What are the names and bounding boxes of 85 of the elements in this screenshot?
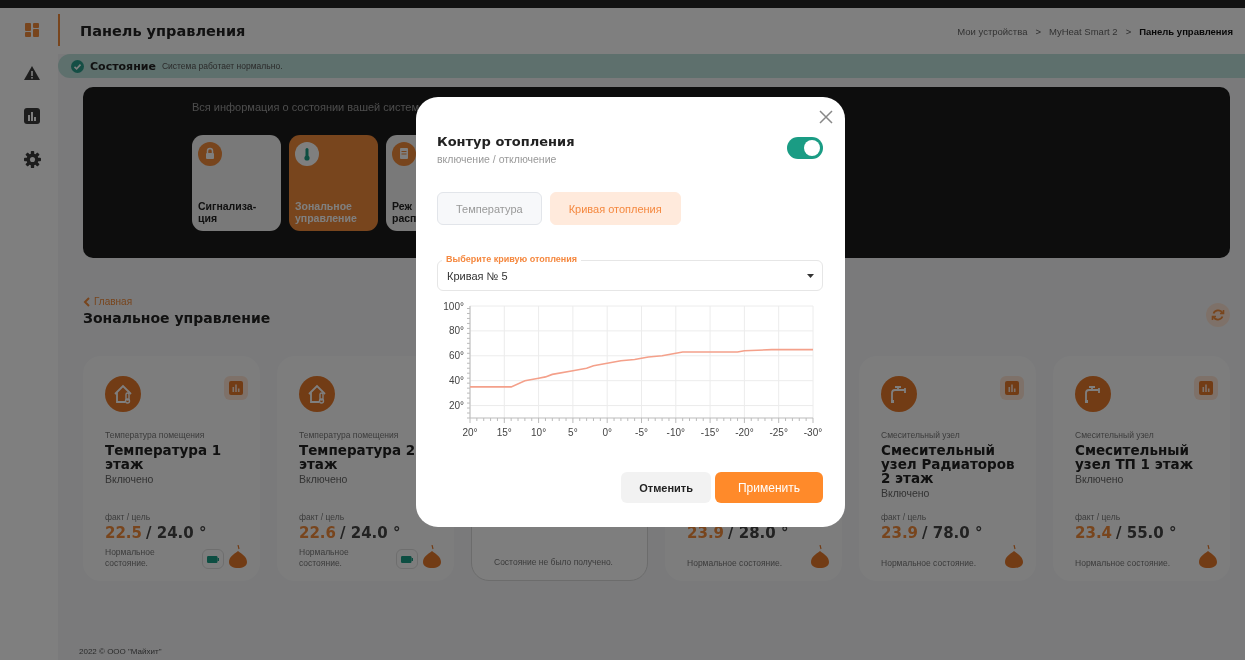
warning-icon[interactable] [23, 65, 41, 81]
thermometer-icon [295, 142, 319, 166]
x-tick-label: -5° [635, 427, 648, 438]
dashboard-icon[interactable] [24, 22, 40, 38]
tab[interactable]: Кривая отопления [549, 192, 681, 225]
card-state: Включено [105, 473, 155, 485]
section-title: Зональное управление [83, 310, 271, 326]
house-thermometer-icon [105, 376, 141, 412]
bar-chart-icon [229, 381, 243, 395]
card-state: Включено [299, 473, 349, 485]
tab[interactable]: Температура [437, 192, 542, 225]
breadcrumb-separator: > [1035, 25, 1041, 37]
x-tick-label: -25° [769, 427, 788, 438]
lock-icon [198, 142, 222, 166]
bar-chart-icon [1005, 381, 1019, 395]
footer-text: 2022 © ООО "Майхит" [79, 647, 163, 656]
chart-button[interactable] [1194, 376, 1218, 400]
breadcrumb-link[interactable]: MyHeat Smart 2 [1049, 25, 1118, 37]
cancel-button[interactable]: Отменить [621, 472, 711, 503]
card-title: Температура 2 этаж [299, 443, 417, 471]
flame-icon [228, 545, 248, 569]
card-state: Включено [881, 487, 931, 499]
target-temperature: / 24.0 ° [146, 524, 207, 542]
refresh-button[interactable] [1206, 303, 1230, 327]
status-label: Состояние [90, 59, 156, 73]
dropdown-caret-icon [807, 273, 814, 278]
card-status: Нормальное состояние. [105, 547, 156, 569]
settings-icon[interactable] [23, 151, 41, 168]
dialog-subtitle: включение / отключение [437, 153, 558, 165]
card-category: Смесительный узел [881, 430, 961, 440]
faucet-icon [881, 376, 917, 412]
card-category: Температура помещения [105, 430, 206, 440]
toggle-switch[interactable] [787, 137, 823, 159]
chevron-left-icon [83, 296, 90, 307]
x-tick-label: 15° [496, 427, 512, 438]
card-status: Нормальное состояние. [1075, 558, 1171, 569]
flame-icon [810, 545, 830, 569]
flame-icon [1004, 545, 1024, 569]
chart-button[interactable] [1000, 376, 1024, 400]
y-tick-label: 100° [443, 300, 464, 312]
close-icon[interactable] [819, 110, 833, 124]
target-temperature: / 24.0 ° [340, 524, 401, 542]
x-tick-label: 5° [568, 427, 578, 438]
check-icon [71, 59, 84, 73]
x-tick-label: -10° [666, 427, 686, 438]
card-title: Смесительный узел Радиаторов 2 этаж [881, 443, 1016, 485]
breadcrumb-separator: > [1125, 25, 1132, 37]
x-tick-label: 10° [531, 427, 547, 438]
breadcrumb-link[interactable]: Мои устройства [957, 25, 1028, 37]
card-status: Нормальное состояние. [687, 558, 783, 569]
x-tick-label: -20° [735, 427, 754, 438]
y-tick-label: 80° [448, 325, 464, 337]
faucet-icon [1075, 376, 1111, 412]
x-tick-label: -30° [803, 427, 823, 438]
card-status: Нормальное состояние. [881, 558, 977, 569]
bar-chart-icon [1199, 381, 1213, 395]
actual-temperature: 23.9 [881, 524, 919, 542]
target-temperature: / 78.0 ° [922, 524, 983, 542]
card-status: Состояние не было получено. [494, 557, 613, 568]
x-tick-label: -15° [700, 427, 720, 438]
flame-icon [1198, 545, 1218, 569]
actual-temperature: 23.4 [1075, 524, 1113, 542]
page-title: Панель управления [80, 23, 246, 39]
bar-chart-icon[interactable] [24, 108, 40, 124]
actual-temperature: 22.6 [299, 524, 336, 542]
apply-button[interactable]: Применить [715, 472, 823, 503]
status-message: Система работает нормально. [161, 61, 283, 71]
refresh-icon [1211, 308, 1225, 322]
section-tile[interactable]: Сигнализа- ция [192, 135, 281, 231]
dialog-title: Контур отопления [437, 134, 575, 149]
flame-icon [422, 545, 442, 569]
card-state: Включено [1075, 473, 1125, 485]
x-tick-label: 0° [602, 427, 612, 438]
target-temperature: / 55.0 ° [1116, 524, 1177, 542]
house-thermometer-icon [299, 376, 335, 412]
actual-temperature: 22.5 [105, 524, 142, 542]
card-category: Температура помещения [299, 430, 400, 440]
chart-button[interactable] [224, 376, 248, 400]
card-title: Смесительный узел ТП 1 этаж [1075, 443, 1195, 471]
x-tick-label: 20° [462, 427, 478, 438]
select-label: Выберите кривую отопления [442, 254, 582, 265]
card-status: Нормальное состояние. [299, 547, 350, 569]
banner-text: Вся информация о состоянии вашей систем [192, 101, 421, 113]
card-title: Температура 1 этаж [105, 443, 223, 471]
card-category: Смесительный узел [1075, 430, 1155, 440]
